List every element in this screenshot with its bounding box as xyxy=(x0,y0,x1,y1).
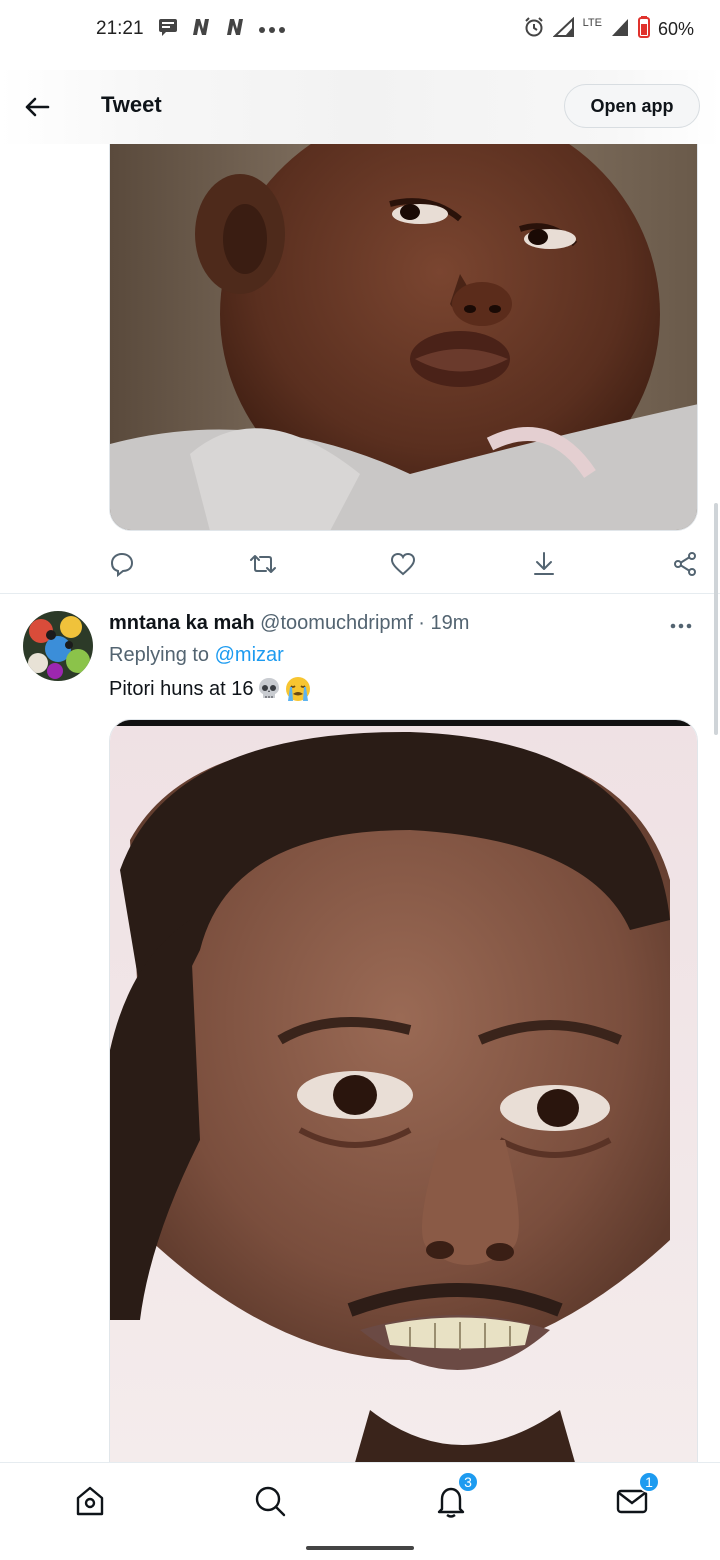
status-bar: 21:21 LTE 60% xyxy=(0,0,720,60)
bottom-navigation: 3 1 xyxy=(0,1462,720,1538)
notifications-badge: 3 xyxy=(457,1471,479,1493)
arrow-left-icon xyxy=(25,97,50,117)
author-name[interactable]: mntana ka mah xyxy=(109,612,255,634)
download-icon xyxy=(534,552,554,575)
tweet-text: Pitori huns at 16 xyxy=(109,675,312,703)
toddler-photo xyxy=(110,144,697,530)
status-time: 21:21 xyxy=(96,18,144,39)
battery-icon xyxy=(637,16,650,43)
tweet-media-image[interactable] xyxy=(109,144,698,531)
crying-face-emoji-icon xyxy=(285,677,310,701)
more-options-button[interactable] xyxy=(666,614,696,638)
home-icon xyxy=(76,1486,104,1516)
meta-separator: · xyxy=(412,612,431,634)
more-dots-icon xyxy=(670,623,692,629)
nav-messages[interactable]: 1 xyxy=(610,1471,660,1523)
retweet-icon xyxy=(250,555,276,573)
tweet-media-image[interactable] xyxy=(109,719,698,1479)
signal-icon xyxy=(610,17,630,42)
tweet-author-line: mntana ka mah @toomuchdripmf · 19m xyxy=(109,612,469,635)
skull-emoji-icon xyxy=(258,678,279,698)
replying-to-label: Replying to xyxy=(109,644,215,666)
share-button[interactable] xyxy=(663,544,707,584)
netflix-icon xyxy=(224,18,246,41)
replying-to-line: Replying to @mizar xyxy=(109,644,284,667)
open-app-button[interactable]: Open app xyxy=(564,84,700,128)
alarm-icon xyxy=(523,16,545,43)
netflix-icon xyxy=(190,18,212,41)
gesture-home-indicator[interactable] xyxy=(306,1546,414,1550)
messages-badge: 1 xyxy=(638,1471,660,1493)
avatar[interactable] xyxy=(23,611,93,681)
heart-icon xyxy=(390,552,416,576)
status-right: LTE 60% xyxy=(523,16,694,43)
reply-to-handle[interactable]: @mizar xyxy=(215,644,284,666)
back-button[interactable] xyxy=(16,86,58,128)
tweet-header: Tweet Open app xyxy=(0,70,720,144)
like-button[interactable] xyxy=(381,544,425,584)
tweet-actions xyxy=(100,544,710,584)
page-title: Tweet xyxy=(101,92,162,117)
more-dots-icon xyxy=(258,21,286,39)
scrollbar[interactable] xyxy=(714,503,718,735)
tweet-divider xyxy=(0,593,720,594)
nav-search[interactable] xyxy=(248,1479,292,1523)
author-handle[interactable]: @toomuchdripmf xyxy=(260,612,413,634)
reply-icon xyxy=(110,552,134,577)
share-download-button[interactable] xyxy=(522,544,566,584)
retweet-button[interactable] xyxy=(241,544,285,584)
man-face-photo xyxy=(110,720,697,1478)
tweet-body: Pitori huns at 16 xyxy=(109,677,254,700)
nav-home[interactable] xyxy=(68,1479,112,1523)
tweet-time[interactable]: 19m xyxy=(431,612,470,634)
signal-icon xyxy=(552,16,575,42)
avatar-image xyxy=(23,611,93,681)
message-icon xyxy=(158,18,178,41)
reply-button[interactable] xyxy=(100,544,144,584)
nav-notifications[interactable]: 3 xyxy=(429,1471,479,1523)
notification-icons xyxy=(158,18,286,41)
share-icon xyxy=(674,552,696,576)
lte-icon: LTE xyxy=(582,17,602,29)
search-icon xyxy=(255,1486,286,1517)
battery-percent: 60% xyxy=(657,19,694,39)
